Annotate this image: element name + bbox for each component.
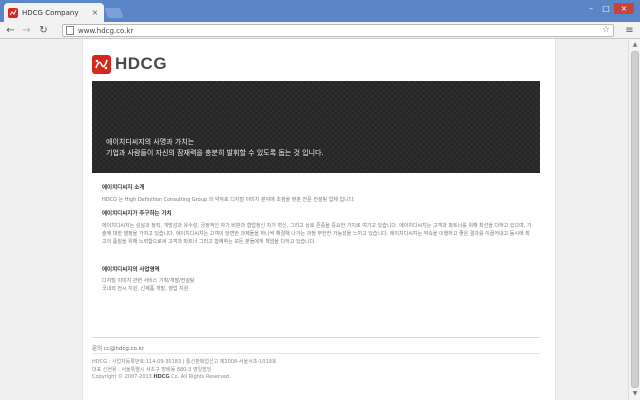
section-business: 에이치디씨지의 사업영역 디지털 이미지 관련 서비스 기획/개발/컨설팅 국내…	[102, 267, 532, 293]
address-bar[interactable]: www.hdcg.co.kr ☆	[62, 24, 614, 37]
footer-line-2: 대표 신현용 : 서울특별시 서초구 방배동 880-3 영일빌딩	[92, 366, 212, 373]
back-arrow-icon[interactable]: ←	[4, 24, 17, 37]
browser-toolbar: ← → ↻ www.hdcg.co.kr ☆ ≡	[0, 22, 640, 39]
window-controls: – □ ×	[584, 3, 634, 14]
banner-line-1: 에이치디씨지의 사명과 가치는	[106, 138, 195, 146]
section-values-title: 에이치디씨지가 추구하는 가치	[102, 211, 172, 217]
new-tab-button[interactable]	[104, 8, 124, 18]
footer-copyright: Copyright © 2007-2013 HDCG Co. All Right…	[92, 374, 532, 382]
footer-line-1: HDCG : 사업자등록번호:114-09-30183 | 통신판매업신고 제2…	[92, 359, 277, 365]
section-about-body: HDCG 는 High Definition Consulting Group …	[102, 197, 355, 203]
business-list: 디지털 이미지 관련 서비스 기획/개발/컨설팅 국내외 전시 지원, 신제품 …	[102, 278, 532, 293]
list-item: 국내외 전시 지원, 신제품 개발, 영업 지원	[102, 285, 189, 292]
browser-tabstrip: HDCG Company × – □ ×	[0, 0, 640, 22]
banner-line-2: 기업과 사람들이 자신의 잠재력을 충분히 발휘할 수 있도록 돕는 것 입니다…	[106, 149, 324, 157]
page-content: HDCG 에이치디씨지의 사명과 가치는 기업과 사람들이 자신의 잠재력을 충…	[82, 39, 556, 400]
scroll-thumb[interactable]	[631, 51, 639, 388]
hdcg-logo[interactable]: HDCG	[92, 54, 167, 74]
reload-icon[interactable]: ↻	[37, 24, 50, 37]
menu-icon[interactable]: ≡	[623, 24, 636, 37]
tab-close-icon[interactable]: ×	[90, 8, 100, 18]
footer-email[interactable]: 문의 cc@hdcg.co.kr	[92, 344, 144, 352]
scroll-up-icon[interactable]: ▲	[631, 41, 639, 49]
maximize-icon[interactable]: □	[599, 3, 613, 14]
hdcg-favicon-icon	[8, 7, 18, 18]
hero-banner: 에이치디씨지의 사명과 가치는 기업과 사람들이 자신의 잠재력을 충분히 발휘…	[92, 81, 540, 173]
section-about: 에이치디씨지 소개 HDCG 는 High Definition Consult…	[102, 185, 532, 204]
copyright-prefix: Copyright © 2007-2013	[92, 374, 154, 380]
section-about-title: 에이치디씨지 소개	[102, 185, 145, 191]
tab-title: HDCG Company	[22, 8, 79, 17]
scroll-down-icon[interactable]: ▼	[631, 390, 639, 398]
copyright-suffix: Co. All Rights Reserved.	[169, 374, 231, 380]
hdcg-logo-icon	[92, 54, 111, 74]
copyright-brand: HDCG	[153, 374, 170, 380]
section-values-body: 에이치디씨지는 성실과 정직, 개방성과 유수성, 긍정적인 자기 비판과 협업…	[102, 223, 532, 245]
star-icon[interactable]: ☆	[602, 25, 610, 36]
window-close-icon[interactable]: ×	[614, 3, 634, 14]
footer-info: HDCG : 사업자등록번호:114-09-30183 | 통신판매업신고 제2…	[92, 359, 532, 382]
page-viewport: HDCG 에이치디씨지의 사명과 가치는 기업과 사람들이 자신의 잠재력을 충…	[0, 39, 628, 400]
browser-tab[interactable]: HDCG Company ×	[4, 3, 104, 22]
section-business-title: 에이치디씨지의 사업영역	[102, 267, 160, 273]
page-icon	[66, 26, 74, 35]
section-values: 에이치디씨지가 추구하는 가치 에이치디씨지는 성실과 정직, 개방성과 유수성…	[102, 211, 532, 246]
list-item: 디지털 이미지 관련 서비스 기획/개발/컨설팅	[102, 278, 195, 284]
forward-arrow-icon[interactable]: →	[20, 24, 33, 37]
footer-divider-top	[92, 337, 540, 338]
logo-text: HDCG	[115, 54, 168, 73]
vertical-scrollbar[interactable]: ▲ ▼	[628, 39, 640, 400]
url-text[interactable]: www.hdcg.co.kr	[78, 27, 133, 35]
minimize-icon[interactable]: –	[584, 3, 598, 14]
footer-divider	[92, 353, 540, 354]
